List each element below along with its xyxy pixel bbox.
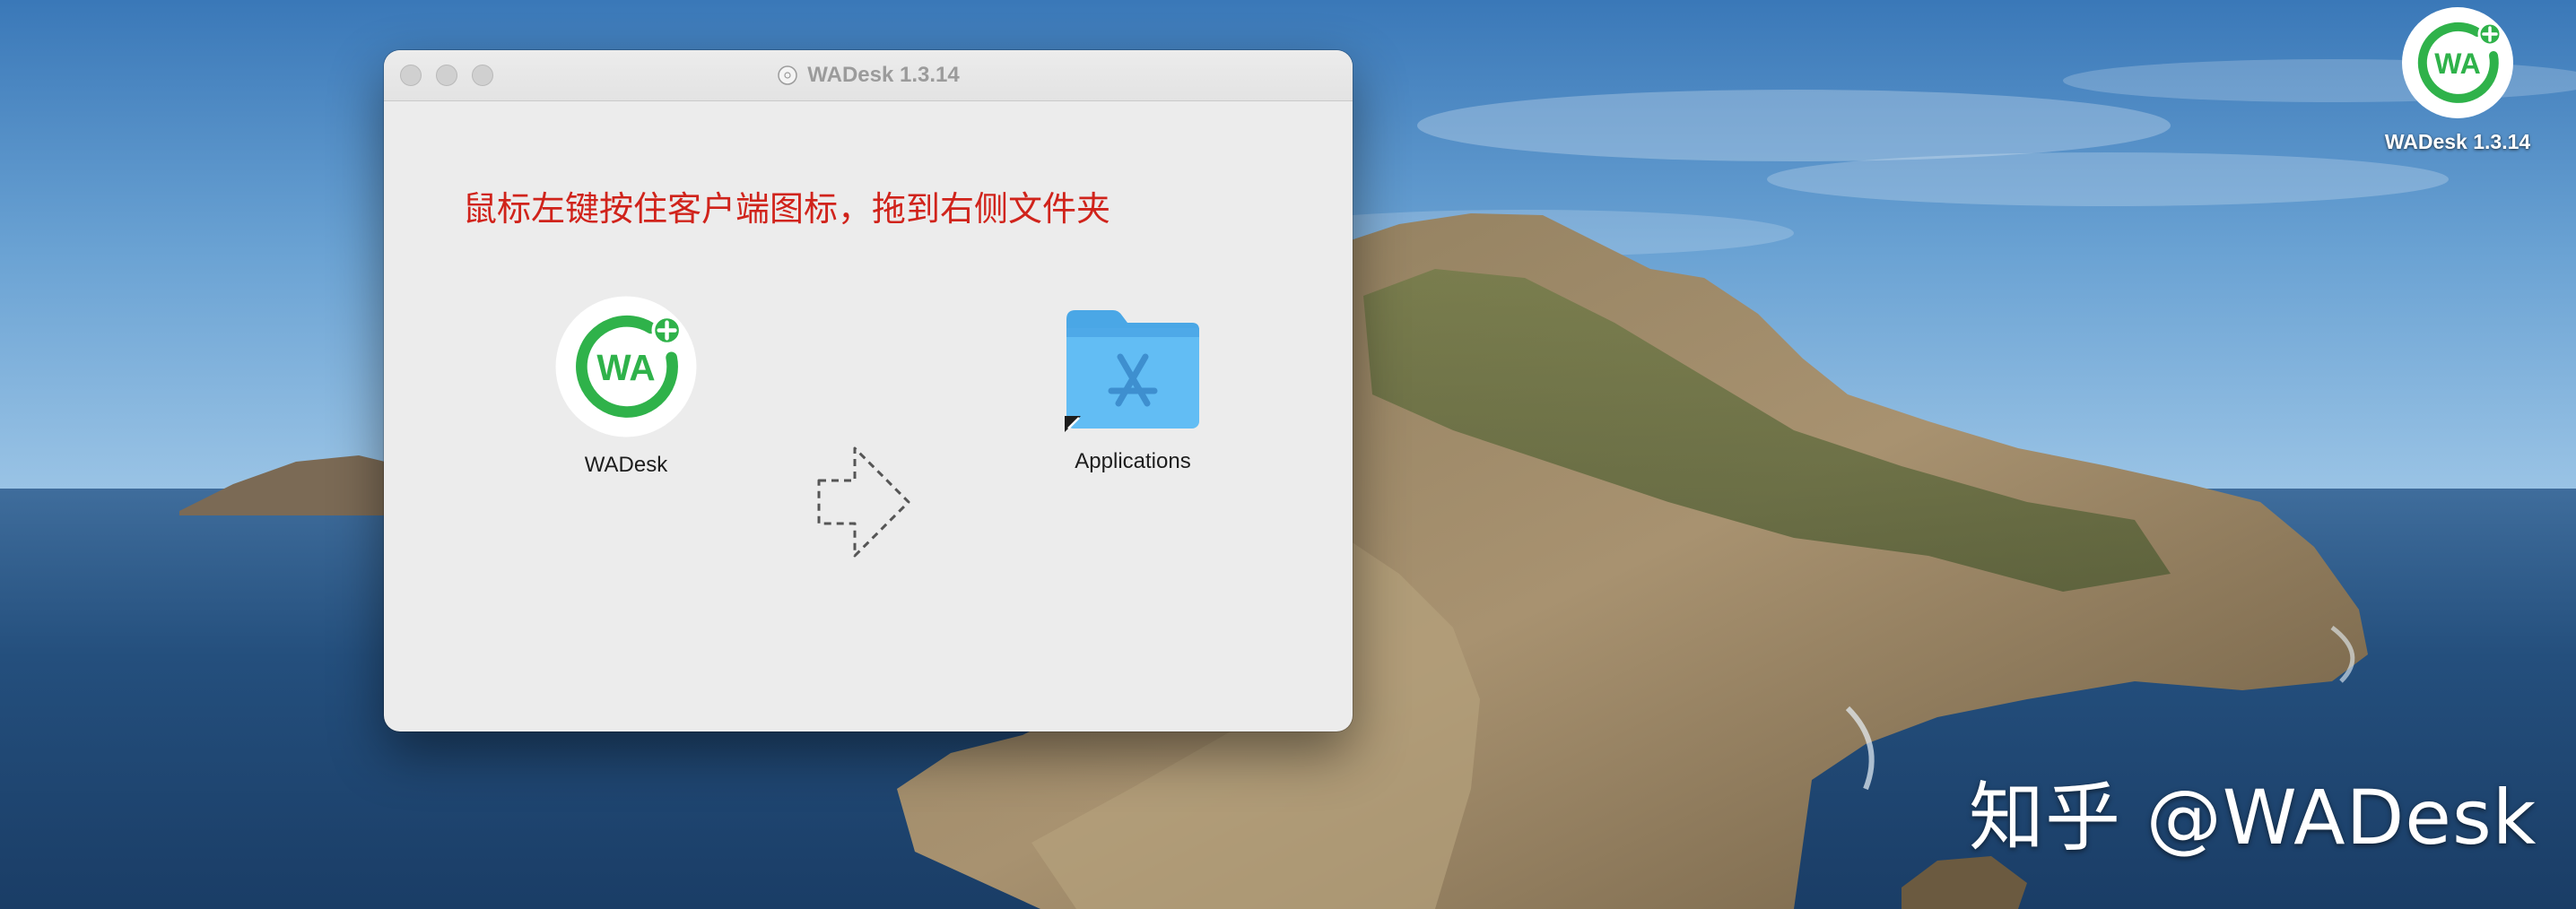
- window-titlebar[interactable]: WADesk 1.3.14: [384, 50, 1353, 101]
- wadesk-app-item[interactable]: WA WADesk: [536, 294, 716, 478]
- applications-folder-icon: [1065, 310, 1199, 432]
- title-group: WADesk 1.3.14: [384, 50, 1353, 100]
- disk-image-icon: [778, 65, 798, 85]
- install-instruction: 鼠标左键按住客户端图标，拖到右侧文件夹: [463, 189, 1111, 229]
- dmg-window: WADesk 1.3.14 鼠标左键按住客户端图标，拖到右侧文件夹 WA WAD…: [384, 50, 1353, 732]
- watermark: 知乎 @WADesk: [1969, 774, 2537, 861]
- wadesk-logo-icon: WA: [555, 296, 697, 437]
- window-title: WADesk 1.3.14: [807, 63, 960, 87]
- desktop: WA WADesk 1.3.14 知乎 @WADesk WADesk 1.3.1…: [0, 0, 2576, 909]
- drag-arrow-icon: [817, 446, 910, 558]
- app-label: WADesk: [584, 453, 668, 477]
- desktop-app-icon[interactable]: WA WADesk 1.3.14: [2368, 5, 2547, 154]
- applications-folder-item[interactable]: Applications: [1021, 301, 1245, 474]
- folder-label: Applications: [1075, 449, 1191, 473]
- desktop-icon-label: WADesk 1.3.14: [2384, 130, 2531, 153]
- wadesk-logo-icon: WA: [2402, 7, 2513, 118]
- logo-text: WA: [2434, 48, 2481, 80]
- logo-text: WA: [596, 347, 655, 388]
